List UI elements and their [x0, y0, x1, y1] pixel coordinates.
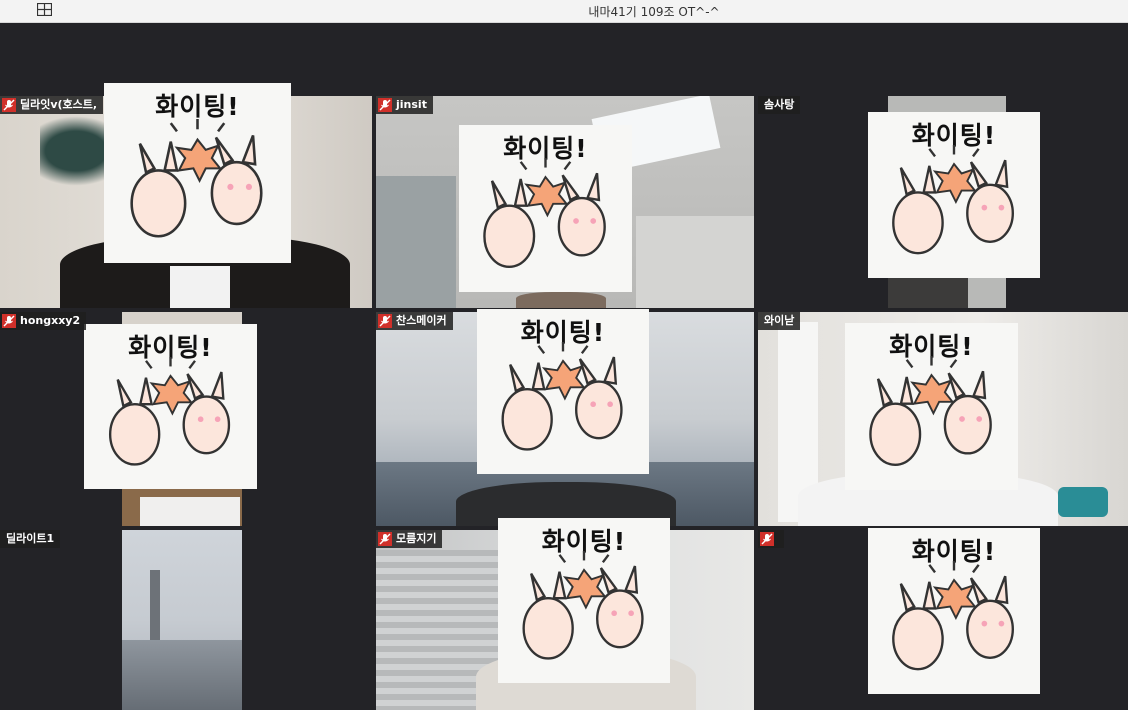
participant-name-tag: 딜라이트1	[0, 530, 61, 548]
participant-name-tag: 모름지기	[376, 530, 443, 548]
participant-name-tag: jinsit	[376, 96, 433, 114]
sticker-hwaiting: 화이팅!	[845, 323, 1018, 490]
sticker-text: 화이팅!	[155, 92, 240, 121]
video-tile[interactable]: 딜라이트1	[0, 530, 372, 710]
bunnies-high-five-icon	[108, 357, 231, 466]
sticker-hwaiting: 화이팅!	[498, 518, 670, 683]
mic-muted-icon	[760, 532, 774, 546]
mic-muted-icon	[378, 314, 392, 328]
sticker-hwaiting: 화이팅!	[104, 83, 291, 263]
participant-name: 딜라잇v(호스트,	[20, 98, 98, 111]
participant-name: jinsit	[396, 98, 427, 111]
participant-name: 딜라이트1	[6, 532, 55, 545]
sticker-hwaiting: 화이팅!	[459, 125, 632, 292]
participant-name-tag: 딜라잇v(호스트,	[0, 96, 104, 114]
participant-name: 솜사탕	[764, 98, 795, 111]
sticker-hwaiting: 화이팅!	[868, 112, 1040, 278]
participant-name: 찬스메이커	[396, 314, 447, 327]
bunnies-high-five-icon	[522, 551, 644, 660]
mic-muted-icon	[378, 98, 392, 112]
participant-name-tag: 솜사탕	[758, 96, 801, 114]
sticker-hwaiting: 화이팅!	[868, 528, 1040, 694]
participant-name-tag	[758, 530, 784, 548]
bunnies-high-five-icon	[483, 158, 606, 269]
participant-name-tag: hongxxy2	[0, 312, 87, 330]
window-title-bar: 내마41기 109조 OT^-^	[0, 0, 1128, 23]
bunnies-high-five-icon	[892, 145, 1014, 255]
sticker-hwaiting: 화이팅!	[84, 324, 257, 489]
bunnies-high-five-icon	[892, 561, 1014, 671]
participant-name: 모름지기	[396, 532, 437, 545]
sticker-hwaiting: 화이팅!	[477, 309, 649, 474]
mic-muted-icon	[2, 98, 16, 112]
participant-name: 와이낟	[764, 314, 795, 327]
video-gallery: 딜라잇v(호스트, 화이팅! jinsit 화이팅! 솜사탕 화이팅! hong…	[0, 23, 1128, 710]
participant-name-tag: 찬스메이커	[376, 312, 453, 330]
mic-muted-icon	[378, 532, 392, 546]
participant-name-tag: 와이낟	[758, 312, 801, 330]
bunnies-high-five-icon	[130, 119, 263, 238]
mic-muted-icon	[2, 314, 16, 328]
bunnies-high-five-icon	[501, 342, 623, 451]
bunnies-high-five-icon	[869, 356, 992, 467]
meeting-title: 내마41기 109조 OT^-^	[588, 5, 720, 19]
participant-name: hongxxy2	[20, 314, 81, 327]
